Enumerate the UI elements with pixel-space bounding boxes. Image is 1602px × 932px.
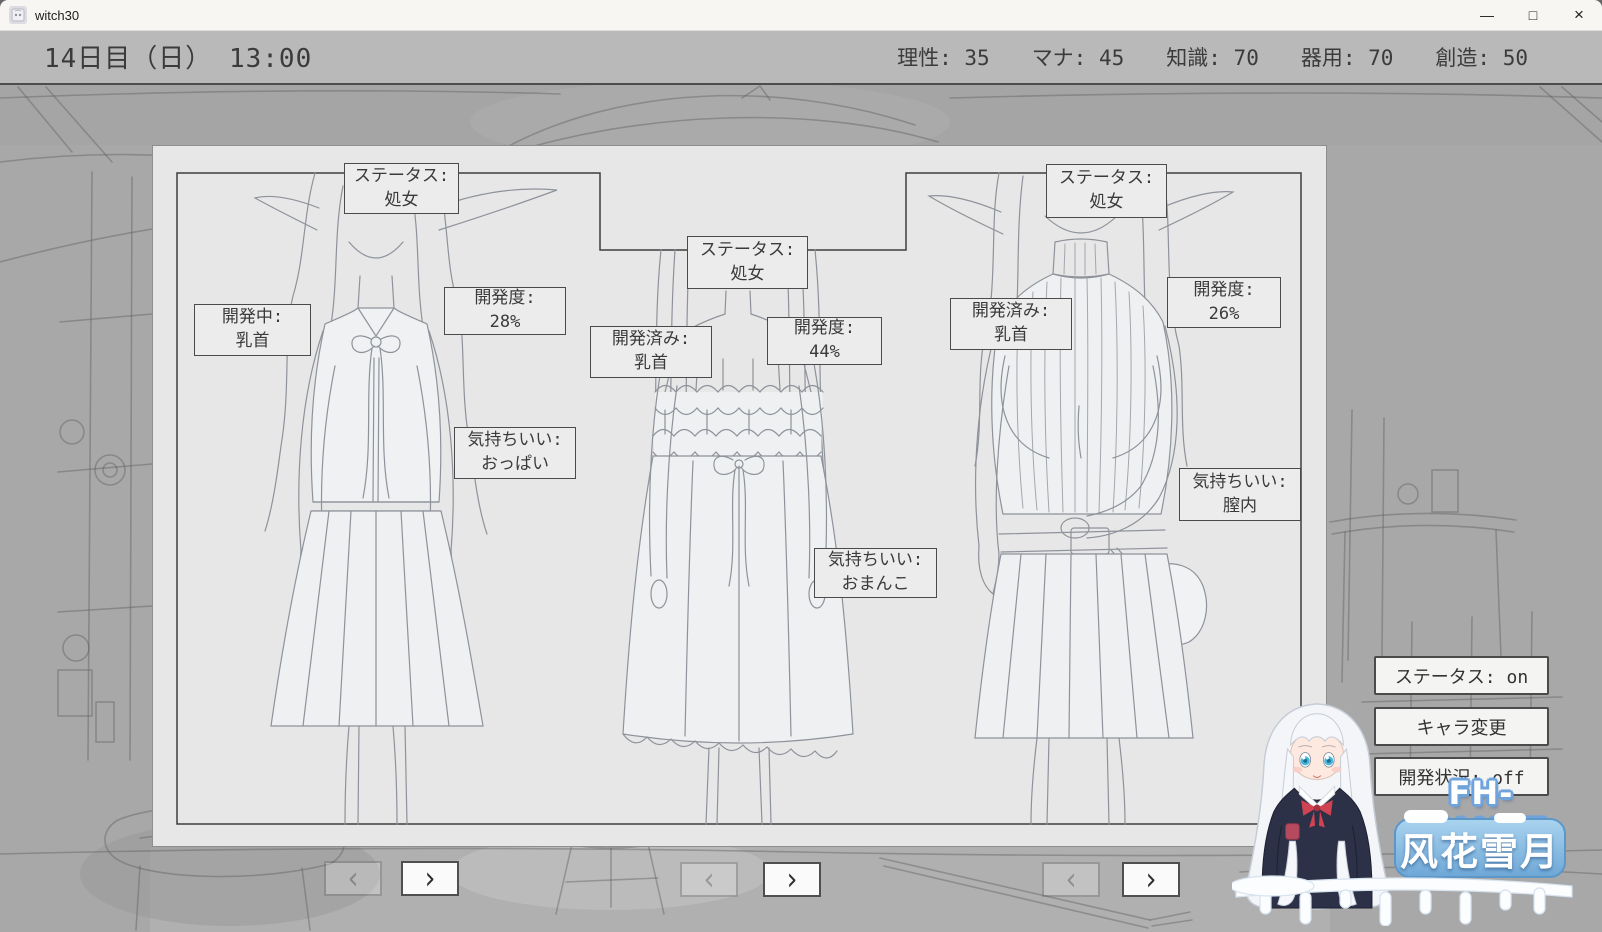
character-1-sketch: [255, 173, 557, 824]
label-line-1: ステータス:: [700, 239, 795, 263]
window-controls: — □ ×: [1464, 0, 1602, 30]
chevron-right-icon: ›: [1146, 864, 1157, 895]
hud-bar: 14日目（日） 13:00 理性: 35 マナ: 45 知識: 70 器用: 7…: [0, 30, 1602, 85]
app-icon: [9, 6, 27, 24]
chevron-right-icon: ›: [425, 863, 436, 894]
label-line-2: 乳首: [236, 330, 270, 354]
watermark-brand-badge: 风花雪月: [1394, 818, 1566, 878]
char1-degree-box: 開発度: 28%: [444, 287, 566, 335]
char2-next-button[interactable]: ›: [763, 862, 821, 897]
stat-mana: マナ: 45: [1032, 42, 1125, 72]
label-line-2: 処女: [731, 263, 765, 287]
char1-prev-button[interactable]: ‹: [324, 861, 382, 896]
chevron-left-icon: ‹: [1066, 864, 1077, 895]
char2-status-box: ステータス: 処女: [687, 236, 808, 289]
label-line-2: おまんこ: [842, 573, 910, 597]
char1-development-box: 開発中: 乳首: [194, 304, 311, 356]
char1-status-box: ステータス: 処女: [344, 163, 459, 214]
chevron-right-icon: ›: [787, 864, 798, 895]
label-line-1: 気持ちいい:: [828, 549, 923, 573]
label-line-2: 28%: [490, 311, 521, 335]
stat-dexterity: 器用: 70: [1301, 42, 1394, 72]
label-line-2: 乳首: [994, 324, 1028, 348]
stat-reason: 理性: 35: [897, 42, 990, 72]
label-line-1: ステータス:: [1059, 167, 1154, 191]
label-line-2: 処女: [1090, 191, 1124, 215]
char3-status-box: ステータス: 処女: [1046, 164, 1167, 218]
char2-pleasure-box: 気持ちいい: おまんこ: [814, 548, 937, 598]
char1-next-button[interactable]: ›: [401, 861, 459, 896]
char3-next-button[interactable]: ›: [1122, 862, 1180, 897]
close-button[interactable]: ×: [1556, 0, 1602, 30]
datetime-label: 14日目（日） 13:00: [44, 38, 312, 75]
char2-prev-button[interactable]: ‹: [680, 862, 738, 897]
stat-creativity: 創造: 50: [1435, 42, 1528, 72]
minimize-button[interactable]: —: [1464, 0, 1510, 30]
chevron-left-icon: ‹: [704, 864, 715, 895]
stats-row: 理性: 35 マナ: 45 知識: 70 器用: 70 創造: 50: [897, 42, 1602, 72]
label-line-2: おっぱい: [481, 453, 549, 477]
label-line-2: 26%: [1209, 303, 1240, 327]
snow-icicles-decoration: [1232, 870, 1576, 926]
snow-decoration: [1494, 813, 1526, 823]
game-window: witch30 — □ × 14日目（日） 13:00 理性: 35 マナ: 4…: [0, 0, 1602, 932]
label-line-1: ステータス:: [354, 165, 449, 189]
char2-degree-box: 開発度: 44%: [767, 317, 882, 365]
label-line-1: 開発度:: [1193, 279, 1254, 303]
status-toggle-button[interactable]: ステータス: on: [1374, 656, 1549, 695]
title-bar: witch30 — □ ×: [0, 0, 1602, 31]
label-line-2: 44%: [809, 341, 840, 365]
label-line-2: 乳首: [634, 352, 668, 376]
label-line-2: 処女: [385, 189, 419, 213]
label-line-1: 気持ちいい:: [1192, 471, 1287, 495]
chevron-left-icon: ‹: [348, 863, 359, 894]
watermark-brand-text: 风花雪月: [1400, 821, 1560, 876]
char3-pleasure-box: 気持ちいい: 膣内: [1179, 468, 1301, 521]
char2-development-box: 開発済み: 乳首: [590, 326, 712, 378]
label-line-1: 開発済み:: [612, 328, 690, 352]
stat-knowledge: 知識: 70: [1166, 42, 1259, 72]
label-line-1: 開発度:: [474, 287, 535, 311]
char3-development-box: 開発済み: 乳首: [950, 298, 1072, 350]
maximize-button[interactable]: □: [1510, 0, 1556, 30]
char1-pleasure-box: 気持ちいい: おっぱい: [454, 427, 576, 479]
label-line-1: 開発中:: [222, 306, 283, 330]
label-line-1: 開発度:: [794, 317, 855, 341]
char3-degree-box: 開発度: 26%: [1167, 277, 1281, 328]
char3-prev-button[interactable]: ‹: [1042, 862, 1100, 897]
window-title: witch30: [35, 8, 79, 23]
app-icon-image: [11, 8, 25, 22]
snow-decoration: [1404, 810, 1448, 823]
label-line-2: 膣内: [1223, 495, 1257, 519]
label-line-1: 開発済み:: [972, 300, 1050, 324]
character-panel: ステータス: 処女 開発中: 乳首 開発度: 28% 気持ちいい: おっぱい ス…: [152, 145, 1327, 847]
watermark: FH-XY.NET 风花雪月: [1232, 692, 1576, 928]
label-line-1: 気持ちいい:: [467, 429, 562, 453]
